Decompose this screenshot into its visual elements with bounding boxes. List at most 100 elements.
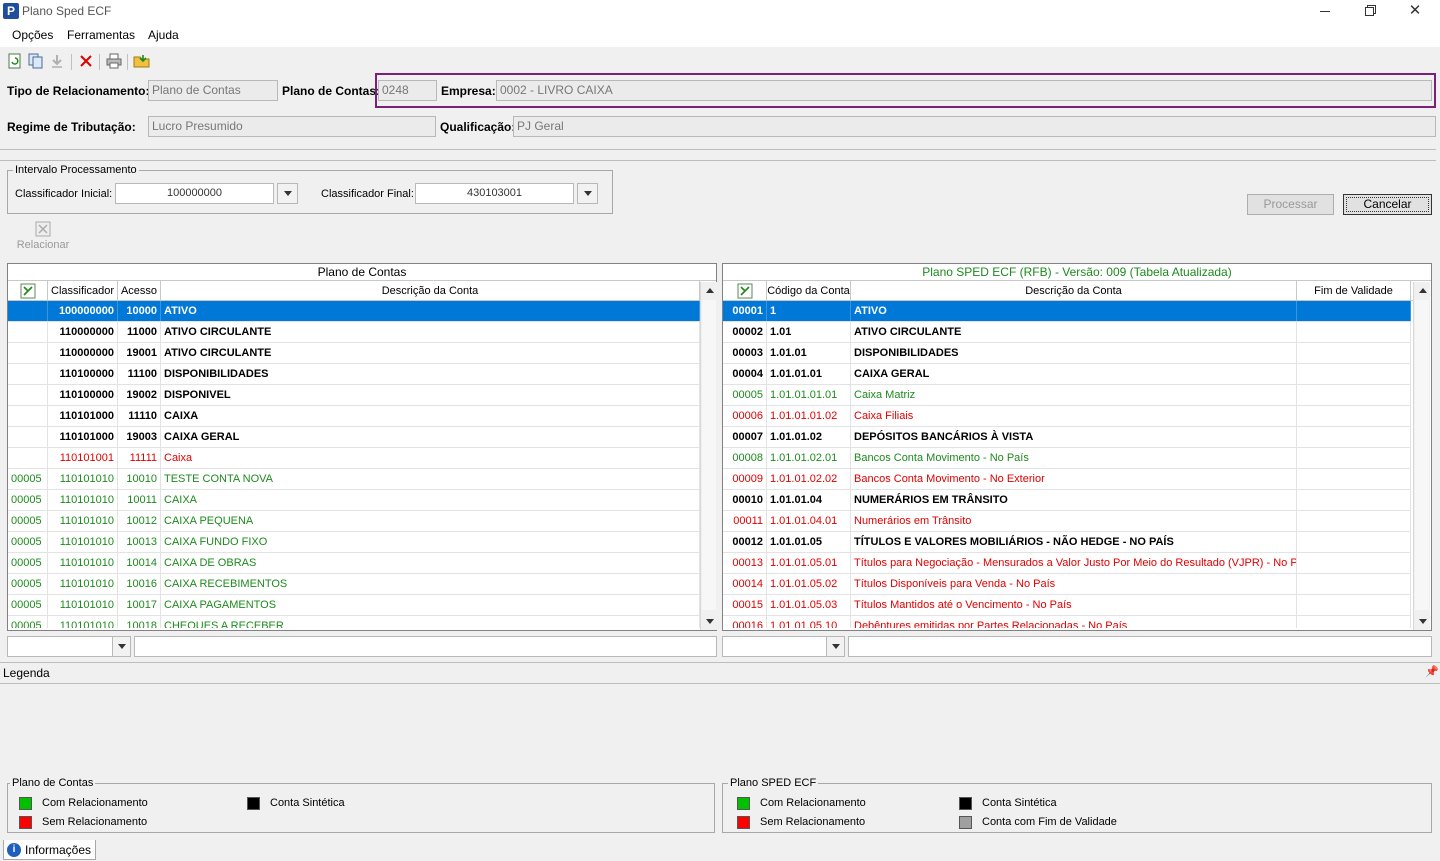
acesso-cell: 11000 (118, 322, 161, 342)
classificador-cell: 110100000 (48, 364, 118, 384)
menu-ferramentas[interactable]: Ferramentas (67, 28, 135, 42)
right-filter-input[interactable] (848, 636, 1432, 657)
right-table-row[interactable]: 00014 1.01.01.05.02 Títulos Disponíveis pa… (723, 574, 1411, 595)
scroll-thumb[interactable] (1415, 300, 1429, 610)
left-table-row[interactable]: 00005 110101010 10014 CAIXA DE OBRAS (8, 553, 700, 574)
scroll-down-button[interactable] (1414, 613, 1431, 630)
relationship-column-header[interactable] (723, 281, 767, 301)
copy-button[interactable] (27, 52, 45, 70)
codigo-column-header[interactable]: Código da Conta (767, 281, 851, 301)
relationship-cell: 00005 (8, 595, 48, 615)
classificador-final-input[interactable]: 430103001 (415, 183, 574, 204)
right-table-row[interactable]: 00003 1.01.01 DISPONIBILIDADES (723, 343, 1411, 364)
classificador-inicial-input[interactable]: 100000000 (115, 183, 274, 204)
close-button[interactable]: ✕ (1392, 0, 1438, 23)
left-filter-input[interactable] (134, 636, 717, 657)
tipo-relacionamento-field[interactable]: Plano de Contas (148, 80, 278, 101)
descricao-column-header[interactable]: Descrição da Conta (161, 281, 700, 301)
left-filter-combo[interactable] (7, 636, 115, 657)
right-table-row[interactable]: 00001 1 ATIVO (723, 301, 1411, 322)
left-table-row[interactable]: 100000000 10000 ATIVO (8, 301, 700, 322)
download-button[interactable] (48, 52, 66, 70)
acesso-cell: 10000 (118, 301, 161, 321)
scroll-up-button[interactable] (1414, 282, 1431, 299)
left-table-row[interactable]: 00005 110101010 10012 CAIXA PEQUENA (8, 511, 700, 532)
delete-button[interactable] (77, 52, 95, 70)
app-icon: P (3, 3, 19, 19)
toolbar (0, 49, 1440, 73)
pin-icon[interactable]: 📌 (1425, 665, 1439, 678)
right-table-row[interactable]: 00011 1.01.01.04.01 Numerários em Trânsito (723, 511, 1411, 532)
left-table-row[interactable]: 00005 110101010 10010 TESTE CONTA NOVA (8, 469, 700, 490)
left-table-row[interactable]: 00005 110101010 10016 CAIXA RECEBIMENTOS (8, 574, 700, 595)
left-table-row[interactable]: 00005 110101010 10018 CHEQUES A RECEBER (8, 616, 700, 628)
relationship-column-header[interactable] (8, 281, 48, 301)
scroll-up-button[interactable] (701, 282, 718, 299)
classificador-cell: 110101010 (48, 595, 118, 615)
scroll-thumb[interactable] (702, 300, 716, 610)
arrow-up-icon (1418, 288, 1427, 293)
open-folder-button[interactable] (133, 52, 151, 70)
processar-button[interactable]: Processar (1247, 194, 1334, 215)
right-table-row[interactable]: 00013 1.01.01.05.01 Títulos para Negociaçã… (723, 553, 1411, 574)
qualificacao-label: Qualificação: (440, 120, 516, 134)
right-table-row[interactable]: 00002 1.01 ATIVO CIRCULANTE (723, 322, 1411, 343)
cancelar-button[interactable]: Cancelar (1343, 194, 1432, 215)
acesso-column-header[interactable]: Acesso (118, 281, 161, 301)
descricao-cell: Bancos Conta Movimento - No País (851, 448, 1297, 468)
right-table-row[interactable]: 00004 1.01.01.01 CAIXA GERAL (723, 364, 1411, 385)
right-filter-dropdown[interactable] (826, 636, 845, 657)
title-bar: P Plano Sped ECF ✕ (0, 0, 1440, 23)
relationship-cell (8, 364, 48, 384)
menu-ajuda[interactable]: Ajuda (148, 28, 179, 42)
left-table-row[interactable]: 00005 110101010 10011 CAIXA (8, 490, 700, 511)
right-table-row[interactable]: 00016 1.01.01.05.10 Debêntures emitidas po… (723, 616, 1411, 628)
print-button[interactable] (105, 52, 123, 70)
classificador-column-header[interactable]: Classificador (48, 281, 118, 301)
relacionar-button[interactable]: Relacionar (8, 217, 78, 255)
menu-opcoes[interactable]: Opções (12, 28, 53, 42)
legend-gray-swatch (959, 816, 972, 829)
empresa-field[interactable]: 0002 - LIVRO CAIXA (496, 80, 1432, 101)
legend-black-swatch (247, 797, 260, 810)
scroll-down-button[interactable] (701, 613, 718, 630)
minimize-button[interactable] (1302, 0, 1348, 23)
right-grid-rows: 00001 1 ATIVO 00002 1.01 ATIVO CIRCULANTE 0000… (723, 301, 1411, 628)
right-table-row[interactable]: 00007 1.01.01.02 DEPÓSITOS BANCÁRIOS À VIS… (723, 427, 1411, 448)
id-cell: 00014 (723, 574, 767, 594)
right-table-row[interactable]: 00009 1.01.01.02.02 Bancos Conta Movimento… (723, 469, 1411, 490)
left-table-row[interactable]: 110100000 19002 DISPONIVEL (8, 385, 700, 406)
left-filter-dropdown[interactable] (112, 636, 131, 657)
acesso-cell: 11111 (118, 448, 161, 468)
restore-button[interactable] (1346, 0, 1392, 23)
right-table-row[interactable]: 00008 1.01.01.02.01 Bancos Conta Movimento… (723, 448, 1411, 469)
left-table-row[interactable]: 00005 110101010 10013 CAIXA FUNDO FIXO (8, 532, 700, 553)
left-table-row[interactable]: 00005 110101010 10017 CAIXA PAGAMENTOS (8, 595, 700, 616)
left-table-row[interactable]: 110100000 11100 DISPONIBILIDADES (8, 364, 700, 385)
right-table-row[interactable]: 00006 1.01.01.01.02 Caixa Filiais (723, 406, 1411, 427)
plano-contas-field[interactable]: 0248 (378, 80, 437, 101)
right-table-row[interactable]: 00012 1.01.01.05 TÍTULOS E VALORES MOBILIÁ… (723, 532, 1411, 553)
fim-validade-column-header[interactable]: Fim de Validade (1297, 281, 1411, 301)
right-table-row[interactable]: 00010 1.01.01.04 NUMERÁRIOS EM TRÂNSITO (723, 490, 1411, 511)
right-grid-scrollbar[interactable] (1413, 282, 1430, 630)
left-table-row[interactable]: 110101001 11111 Caixa (8, 448, 700, 469)
classificador-inicial-dropdown[interactable] (277, 183, 298, 204)
refresh-button[interactable] (6, 52, 24, 70)
fim-validade-cell (1297, 427, 1411, 447)
descricao-column-header[interactable]: Descrição da Conta (851, 281, 1297, 301)
left-table-row[interactable]: 110000000 11000 ATIVO CIRCULANTE (8, 322, 700, 343)
informacoes-tab[interactable]: i Informações (3, 840, 96, 860)
right-table-row[interactable]: 00015 1.01.01.05.03 Títulos Mantidos até o… (723, 595, 1411, 616)
left-table-row[interactable]: 110101000 11110 CAIXA (8, 406, 700, 427)
left-grid-scrollbar[interactable] (700, 282, 717, 630)
left-table-row[interactable]: 110101000 19003 CAIXA GERAL (8, 427, 700, 448)
qualificacao-field[interactable]: PJ Geral (513, 116, 1436, 137)
left-table-row[interactable]: 110000000 19001 ATIVO CIRCULANTE (8, 343, 700, 364)
classificador-cell: 110101010 (48, 574, 118, 594)
classificador-final-dropdown[interactable] (577, 183, 598, 204)
fim-validade-cell (1297, 364, 1411, 384)
right-table-row[interactable]: 00005 1.01.01.01.01 Caixa Matriz (723, 385, 1411, 406)
right-filter-combo[interactable] (722, 636, 830, 657)
regime-tributacao-field[interactable]: Lucro Presumido (148, 116, 436, 137)
